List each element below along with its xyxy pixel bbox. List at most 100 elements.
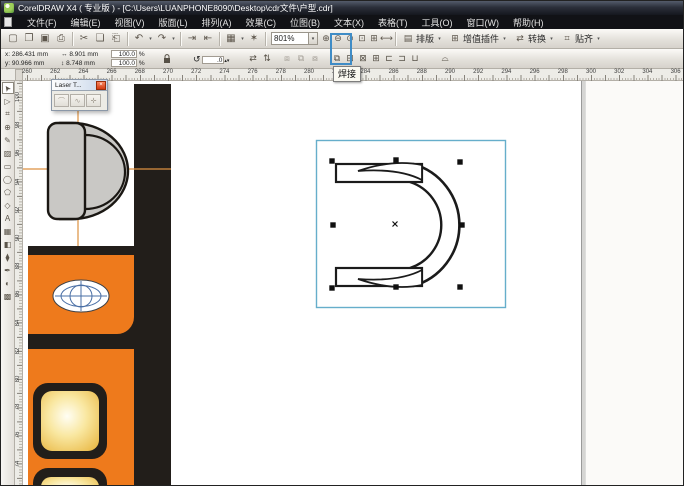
undo-dropdown[interactable]: ▾ [147, 36, 154, 42]
zoom-level-combo[interactable]: 801%▾ [271, 32, 318, 45]
zoom-width-button[interactable]: ⟷ [380, 31, 392, 47]
zoom-out-button[interactable]: ⊖ [332, 31, 344, 47]
open-button[interactable]: ❐ [21, 31, 37, 47]
crop-tool[interactable]: ⌗ [2, 108, 14, 120]
text-tool-icon: A [5, 214, 10, 223]
typesetting-button[interactable]: ▤排版▾ [402, 31, 443, 47]
hruler-label-276: 276 [248, 69, 258, 75]
combine-button[interactable]: ⧈ [281, 51, 293, 66]
zoom-one-button[interactable]: ⊙ [344, 31, 356, 47]
save-button[interactable]: ▣ [37, 31, 53, 47]
weld-button[interactable]: ⧉ [331, 51, 343, 66]
menu-item-A[interactable]: 排列(A) [195, 16, 239, 29]
zoom-tool[interactable]: ⊕ [2, 121, 14, 133]
polygon-tool[interactable]: ⬠ [2, 186, 14, 198]
menu-item-O[interactable]: 工具(O) [415, 16, 460, 29]
smart-fill-tool[interactable]: ▨ [2, 147, 14, 159]
snap-button[interactable]: ⌗贴齐▾ [561, 31, 602, 47]
convert-button[interactable]: ⇄转换▾ [514, 31, 555, 47]
menu-item-W[interactable]: 窗口(W) [460, 16, 507, 29]
create-boundary-button[interactable]: ⊔ [409, 51, 421, 66]
laser-toolbar-titlebar[interactable]: Laser T... × [52, 80, 107, 91]
paste-button[interactable]: ⎗ [108, 31, 124, 47]
eyedropper-tool[interactable]: ⧫ [2, 251, 14, 263]
pick-tool[interactable]: ➤ [2, 82, 14, 94]
interactive-blend-tool[interactable]: ◧ [2, 238, 14, 250]
menu-item-X[interactable]: 文本(X) [327, 16, 371, 29]
snap-dropdown[interactable]: ▾ [595, 36, 602, 42]
front-minus-back-button[interactable]: ⊏ [383, 51, 395, 66]
cut-button[interactable]: ✂ [76, 31, 92, 47]
ellipse-tool[interactable]: ◯ [2, 173, 14, 185]
scale-lock-icon[interactable] [161, 51, 173, 66]
laser-toolbar[interactable]: Laser T... × ⌒∿✛ [51, 79, 108, 111]
rectangle-tool[interactable]: ▭ [2, 160, 14, 172]
welcome-screen-button[interactable]: ✶ [246, 31, 262, 47]
shape-tool[interactable]: ▷ [2, 95, 14, 107]
freehand-tool[interactable]: ✎ [2, 134, 14, 146]
simplify-button[interactable]: ⊞ [370, 51, 382, 66]
basic-shapes-tool[interactable]: ◇ [2, 199, 14, 211]
canvas-area[interactable] [23, 81, 684, 486]
undo-button[interactable]: ↶ [131, 31, 147, 47]
mirror-horizontal-button[interactable]: ⇄ [247, 51, 259, 66]
polygon-tool-icon: ⬠ [4, 188, 11, 197]
object-x-position[interactable]: x: 286.431 mm [5, 50, 48, 59]
menu-item-E[interactable]: 编辑(E) [64, 16, 108, 29]
zoom-selected-button[interactable]: ⊡ [356, 31, 368, 47]
laser-toolbar-close-button[interactable]: × [96, 81, 106, 90]
hruler-label-272: 272 [191, 69, 201, 75]
object-width[interactable]: ↔ 8.901 mm [61, 50, 98, 59]
object-y-position[interactable]: y: 90.966 mm [5, 59, 48, 68]
hruler-label-260: 260 [22, 69, 32, 75]
redo-dropdown[interactable]: ▾ [170, 36, 177, 42]
back-minus-front-button[interactable]: ⊐ [396, 51, 408, 66]
cabinet-block[interactable] [28, 246, 171, 486]
zoom-in-button[interactable]: ⊕ [320, 31, 332, 47]
redo-button[interactable]: ↷ [154, 31, 170, 47]
table-tool[interactable]: ▦ [2, 225, 14, 237]
scale-h-field[interactable]: 100.0 [111, 50, 137, 58]
print-button[interactable]: ⎙ [53, 31, 69, 47]
interactive-fill-tool[interactable]: ▩ [2, 290, 14, 302]
shape-tool-icon: ▷ [4, 97, 10, 106]
mirror-vertical-button[interactable]: ⇅ [261, 51, 273, 66]
menu-item-C[interactable]: 效果(C) [239, 16, 284, 29]
plugins-dropdown[interactable]: ▾ [501, 36, 508, 42]
trim-button[interactable]: ⊟ [344, 51, 356, 66]
menu-item-L[interactable]: 版面(L) [152, 16, 195, 29]
outline-tool[interactable]: ✒ [2, 264, 14, 276]
intersect-button[interactable]: ⊠ [357, 51, 369, 66]
menu-item-F[interactable]: 文件(F) [20, 16, 64, 29]
fill-tool[interactable]: ◐ [2, 277, 14, 289]
convert-dropdown[interactable]: ▾ [548, 36, 555, 42]
zoom-level-dropdown[interactable]: ▾ [309, 32, 318, 45]
group-button[interactable]: ⧉ [295, 51, 307, 66]
scale-v-field[interactable]: 100.0 [111, 59, 137, 67]
application-launcher-button[interactable]: ▦ [223, 31, 239, 47]
plugins-button[interactable]: ⊞增值插件▾ [449, 31, 508, 47]
import-button[interactable]: ⇥ [184, 31, 200, 47]
rotation-angle[interactable]: ↺ .0▴▾ [193, 54, 229, 65]
zoom-page-button[interactable]: ⊞ [368, 31, 380, 47]
menu-item-B[interactable]: 位图(B) [283, 16, 327, 29]
move-tool-button[interactable]: ✛ [86, 94, 101, 107]
object-height[interactable]: ↕ 8.748 mm [61, 59, 98, 68]
title-bar[interactable]: CorelDRAW X4 ( 专业版 ) - [C:\Users\LUANPHO… [1, 1, 684, 15]
hruler-label-268: 268 [135, 69, 145, 75]
application-launcher-dropdown[interactable]: ▾ [239, 36, 246, 42]
typesetting-dropdown[interactable]: ▾ [436, 36, 443, 42]
curve-tool-1-button[interactable]: ⌒ [54, 94, 69, 107]
ellipse-tool-icon: ◯ [3, 175, 12, 184]
zoom-level-value[interactable]: 801% [271, 32, 309, 45]
copy-button[interactable]: ❏ [92, 31, 108, 47]
menu-item-H[interactable]: 帮助(H) [506, 16, 551, 29]
menu-item-T[interactable]: 表格(T) [371, 16, 415, 29]
export-button[interactable]: ⇤ [200, 31, 216, 47]
ungroup-button[interactable]: ⧇ [309, 51, 321, 66]
curve-tool-2-button[interactable]: ∿ [70, 94, 85, 107]
menu-item-V[interactable]: 视图(V) [108, 16, 152, 29]
new-button[interactable]: ▢ [5, 31, 21, 47]
convert-to-curves-button[interactable]: ⌓ [439, 51, 451, 66]
text-tool[interactable]: A [2, 212, 14, 224]
